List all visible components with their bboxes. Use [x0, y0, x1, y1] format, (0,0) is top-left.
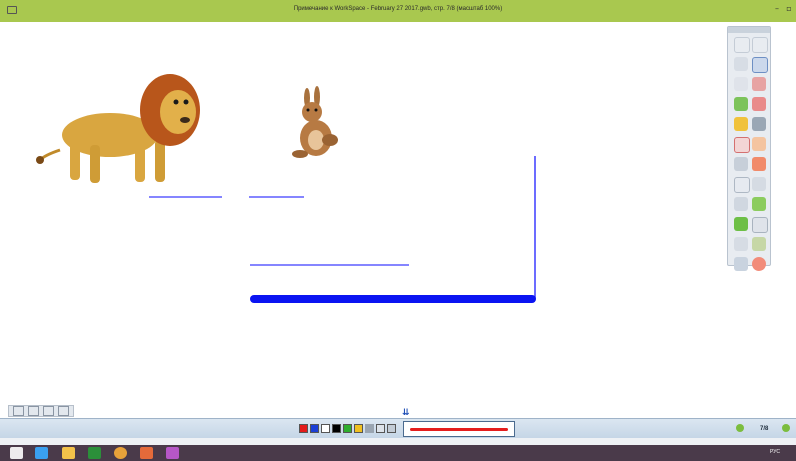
color-white-swatch[interactable] — [321, 424, 330, 433]
cursor-icon[interactable] — [734, 77, 748, 91]
toolbox-grip[interactable] — [728, 27, 770, 33]
copy-icon[interactable] — [734, 197, 748, 211]
color-yellow-swatch[interactable] — [354, 424, 363, 433]
mouse-icon[interactable] — [734, 57, 748, 71]
shape-tool-icon[interactable] — [752, 137, 766, 151]
save-icon[interactable] — [734, 237, 748, 251]
laser-pointer-icon[interactable] — [752, 77, 766, 91]
redo-icon[interactable] — [752, 37, 768, 53]
tray-language[interactable]: РУС — [770, 449, 780, 455]
color-green-swatch[interactable] — [343, 424, 352, 433]
color-red-swatch[interactable] — [299, 424, 308, 433]
bottom-toolbar — [0, 418, 796, 439]
eraser-icon[interactable] — [734, 157, 748, 171]
clear-icon[interactable] — [752, 157, 766, 171]
select-icon[interactable] — [752, 57, 768, 73]
color-black-swatch[interactable] — [332, 424, 341, 433]
restore-button[interactable]: ▫ — [784, 4, 794, 14]
pen-icon[interactable] — [734, 97, 748, 111]
pen-mode-icon[interactable]: ⇊ — [402, 408, 410, 418]
color-palette[interactable] — [299, 424, 396, 433]
table-icon[interactable] — [752, 217, 768, 233]
text-tool-icon[interactable] — [734, 137, 750, 153]
close-icon[interactable] — [752, 257, 766, 271]
horizontal-scrollbar[interactable] — [0, 438, 796, 445]
previous-page-button[interactable] — [736, 424, 744, 432]
settings-icon[interactable] — [734, 257, 748, 271]
next-page-button[interactable] — [782, 424, 790, 432]
next-page-icon[interactable] — [734, 217, 748, 231]
gallery-icon[interactable] — [752, 237, 766, 251]
magic-pen-icon[interactable] — [734, 117, 748, 131]
ie-icon[interactable] — [35, 447, 48, 459]
previous-page-icon[interactable] — [752, 197, 766, 211]
line-width-icon[interactable] — [365, 424, 374, 433]
remove-icon[interactable] — [28, 406, 39, 416]
page-indicator: 7/8 — [760, 426, 769, 432]
screen-capture-icon[interactable] — [752, 177, 766, 191]
highlighter-icon[interactable] — [752, 97, 766, 111]
explorer-icon[interactable] — [62, 447, 75, 459]
window-title: Примечание к WorkSpace - February 27 201… — [293, 6, 503, 12]
add-icon[interactable] — [13, 406, 24, 416]
edit-icon[interactable] — [43, 406, 54, 416]
pen-preview[interactable] — [403, 421, 515, 437]
powerpoint-icon[interactable] — [140, 447, 153, 459]
undo-icon[interactable] — [734, 37, 750, 53]
line-tool-icon[interactable] — [752, 117, 766, 131]
whiteboard-canvas[interactable] — [8, 22, 788, 404]
chrome-icon[interactable] — [114, 447, 127, 459]
mini-toolbar[interactable] — [8, 405, 74, 417]
workspace-icon[interactable] — [166, 447, 179, 459]
line-style-icon[interactable] — [387, 424, 396, 433]
floating-toolbox[interactable] — [727, 26, 771, 271]
start-icon[interactable] — [10, 447, 23, 459]
new-page-icon[interactable] — [734, 177, 750, 193]
minimize-button[interactable]: – — [772, 4, 782, 14]
transparency-icon[interactable] — [376, 424, 385, 433]
search-icon[interactable] — [58, 406, 69, 416]
app-icon[interactable] — [88, 447, 101, 459]
color-blue-swatch[interactable] — [310, 424, 319, 433]
title-bar: Примечание к WorkSpace - February 27 201… — [0, 0, 796, 22]
